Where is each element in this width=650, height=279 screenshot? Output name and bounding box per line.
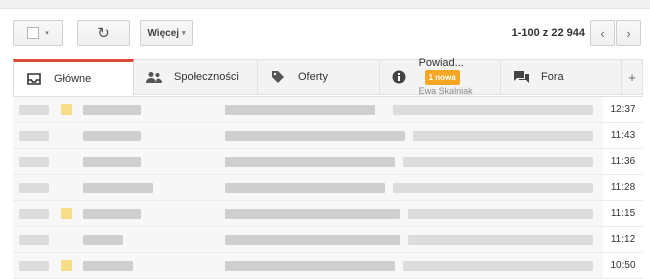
tab-forums[interactable]: Fora <box>501 59 622 95</box>
star-icon[interactable] <box>61 260 72 271</box>
blurred-content <box>19 105 49 115</box>
chevron-left-icon: ‹ <box>600 25 605 41</box>
blurred-snippet <box>408 209 593 219</box>
inbox-icon <box>26 71 42 87</box>
email-time: 12:37 <box>603 97 643 122</box>
tab-label: Powiad... <box>418 56 464 69</box>
email-time: 11:28 <box>603 175 643 200</box>
email-row[interactable]: 12:37 <box>13 97 643 123</box>
tab-label: Oferty <box>298 71 328 83</box>
blurred-sender <box>83 105 141 115</box>
blurred-content <box>19 235 49 245</box>
more-button[interactable]: Więcej ▾ <box>140 20 193 46</box>
checkbox-icon <box>27 27 40 39</box>
tab-primary[interactable]: Główne <box>13 59 134 96</box>
blurred-content <box>19 157 49 167</box>
left-margin <box>0 97 13 278</box>
tab-social[interactable]: Społeczności <box>134 59 258 95</box>
message-count: 1-100 z 22 944 <box>511 27 585 39</box>
refresh-button[interactable]: ↻ <box>77 20 130 46</box>
blurred-subject <box>225 105 375 115</box>
email-time: 11:43 <box>603 123 643 148</box>
blurred-snippet <box>413 131 593 141</box>
toolbar: ▾ ↻ Więcej ▾ 1-100 z 22 944 ‹ › <box>0 8 650 58</box>
email-time: 11:15 <box>603 201 643 226</box>
chevron-right-icon: › <box>626 25 631 41</box>
tag-icon <box>270 69 286 85</box>
email-row[interactable]: 11:12 <box>13 227 643 253</box>
blurred-content <box>19 209 49 219</box>
email-row[interactable]: 10:50 <box>13 253 643 279</box>
blurred-sender <box>83 209 141 219</box>
select-checkbox-button[interactable]: ▾ <box>13 20 63 46</box>
blurred-sender <box>83 157 141 167</box>
tab-updates[interactable]: Powiad... 1 nowa Ewa Skalniak <box>380 57 501 98</box>
new-badge: 1 nowa <box>424 69 460 85</box>
blurred-subject <box>225 209 400 219</box>
blurred-sender <box>83 261 133 271</box>
star-icon[interactable] <box>61 208 72 219</box>
blurred-snippet <box>393 105 593 115</box>
email-row[interactable]: 11:43 <box>13 123 643 149</box>
blurred-snippet <box>403 157 593 167</box>
blurred-sender <box>83 235 123 245</box>
email-time: 10:50 <box>603 253 643 278</box>
blurred-sender <box>83 183 153 193</box>
more-label: Więcej <box>147 27 180 39</box>
tab-label: Główne <box>54 72 92 85</box>
email-row[interactable]: 11:15 <box>13 201 643 227</box>
blurred-subject <box>225 157 395 167</box>
blurred-content <box>19 261 49 271</box>
blurred-sender <box>83 131 141 141</box>
email-row[interactable]: 11:36 <box>13 149 643 175</box>
refresh-icon: ↻ <box>97 25 110 42</box>
blurred-snippet <box>393 183 593 193</box>
previous-page-button[interactable]: ‹ <box>590 20 615 46</box>
right-margin <box>643 97 650 278</box>
blurred-content <box>19 131 49 141</box>
people-icon <box>146 69 162 85</box>
blurred-subject <box>225 183 385 193</box>
tab-promotions[interactable]: Oferty <box>258 59 380 95</box>
tab-sender-preview: Ewa Skalniak <box>418 85 473 96</box>
plus-icon: + <box>628 69 636 85</box>
email-time: 11:36 <box>603 149 643 174</box>
add-tab-button[interactable]: + <box>622 59 643 95</box>
blurred-subject <box>225 131 405 141</box>
forum-icon <box>513 69 529 85</box>
blurred-snippet <box>403 261 593 271</box>
category-tabs: Główne Społeczności Oferty Powiad... 1 n… <box>13 57 643 98</box>
tab-label: Społeczności <box>174 71 239 83</box>
star-icon[interactable] <box>61 104 72 115</box>
blurred-content <box>19 183 49 193</box>
next-page-button[interactable]: › <box>616 20 641 46</box>
tab-label: Fora <box>541 71 564 83</box>
blurred-subject <box>225 235 400 245</box>
tab-titles: Powiad... 1 nowa Ewa Skalniak <box>419 57 500 98</box>
blurred-subject <box>225 261 395 271</box>
info-icon <box>392 69 407 85</box>
chevron-down-icon: ▾ <box>45 30 49 37</box>
email-row[interactable]: 11:28 <box>13 175 643 201</box>
chevron-down-icon: ▾ <box>182 30 186 37</box>
email-time: 11:12 <box>603 227 643 252</box>
blurred-snippet <box>408 235 593 245</box>
email-list: 12:37 11:43 11:36 11:28 11:15 11:12 10:5… <box>13 97 643 279</box>
